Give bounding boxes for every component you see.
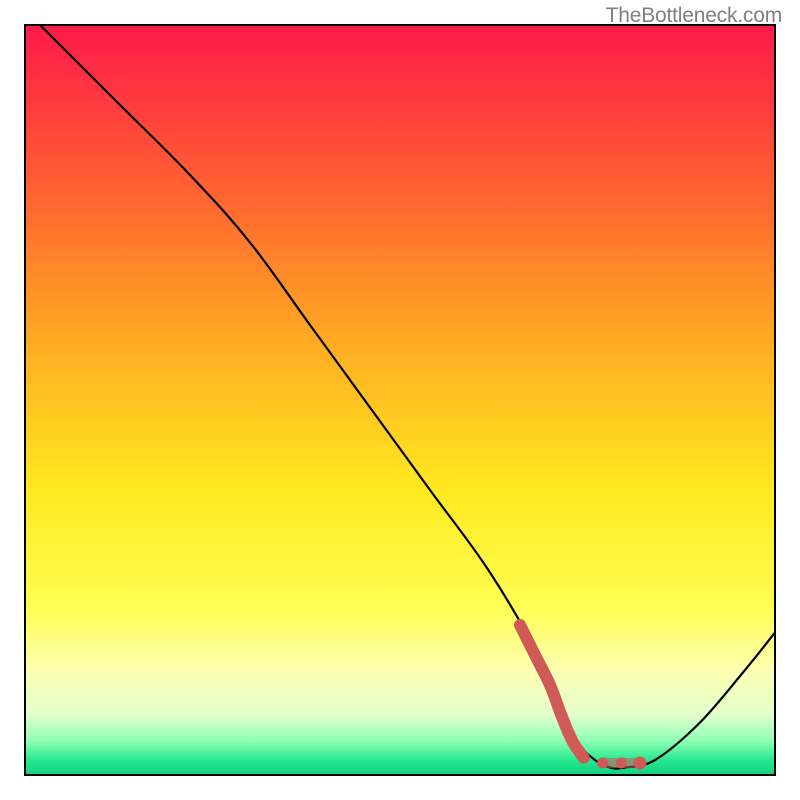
marker-trail-dots [597, 757, 647, 770]
chart-svg [0, 0, 800, 800]
bottleneck-chart: TheBottleneck.com [0, 0, 800, 800]
watermark-text: TheBottleneck.com [606, 4, 782, 28]
plot-background [25, 25, 775, 775]
